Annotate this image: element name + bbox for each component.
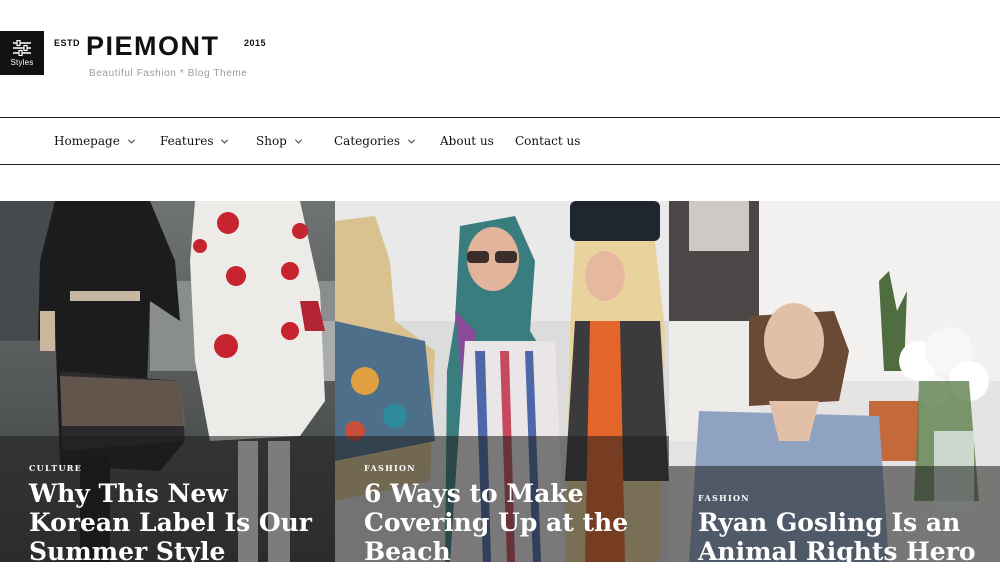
styles-label: Styles — [10, 57, 34, 67]
logo-tagline: Beautiful Fashion * Blog Theme — [89, 68, 248, 79]
nav-item-label: About us — [440, 134, 494, 148]
featured-post-card[interactable]: FASHION 6 Ways to Make Covering Up at th… — [335, 201, 669, 562]
nav-item-contact-us[interactable]: Contact us — [515, 118, 580, 164]
nav-item-categories[interactable]: Categories — [334, 118, 416, 164]
logo-year: 2015 — [244, 38, 267, 48]
post-title[interactable]: Ryan Gosling Is an Animal Rights Hero — [698, 508, 988, 562]
nav-item-features[interactable]: Features — [160, 118, 229, 164]
nav-item-label: Features — [160, 134, 214, 148]
post-category[interactable]: CULTURE — [29, 463, 82, 473]
nav-item-label: Categories — [334, 134, 400, 148]
sliders-icon — [12, 39, 32, 56]
nav-item-label: Shop — [256, 134, 287, 148]
post-category[interactable]: FASHION — [364, 463, 416, 473]
post-title[interactable]: Why This New Korean Label Is Our Summer … — [29, 479, 319, 562]
post-title[interactable]: 6 Ways to Make Covering Up at the Beach — [364, 479, 654, 562]
chevron-down-icon — [407, 136, 416, 144]
main-navigation: Homepage Features Shop Categories About … — [0, 117, 1000, 165]
post-category[interactable]: FASHION — [698, 493, 750, 503]
styles-switcher-button[interactable]: Styles — [0, 31, 44, 75]
nav-item-shop[interactable]: Shop — [256, 118, 302, 164]
chevron-down-icon — [294, 136, 302, 144]
chevron-down-icon — [221, 136, 229, 144]
featured-post-card[interactable]: FASHION Ryan Gosling Is an Animal Rights… — [669, 201, 1000, 562]
logo-name: PIEMONT — [86, 31, 220, 61]
chevron-down-icon — [127, 136, 135, 144]
nav-item-homepage[interactable]: Homepage — [54, 118, 135, 164]
nav-item-label: Contact us — [515, 134, 581, 148]
nav-item-about-us[interactable]: About us — [440, 118, 494, 164]
logo-estd: ESTD — [54, 38, 81, 48]
featured-posts-grid: CULTURE Why This New Korean Label Is Our… — [0, 201, 1000, 562]
featured-post-card[interactable]: CULTURE Why This New Korean Label Is Our… — [0, 201, 335, 562]
nav-item-label: Homepage — [54, 134, 120, 148]
